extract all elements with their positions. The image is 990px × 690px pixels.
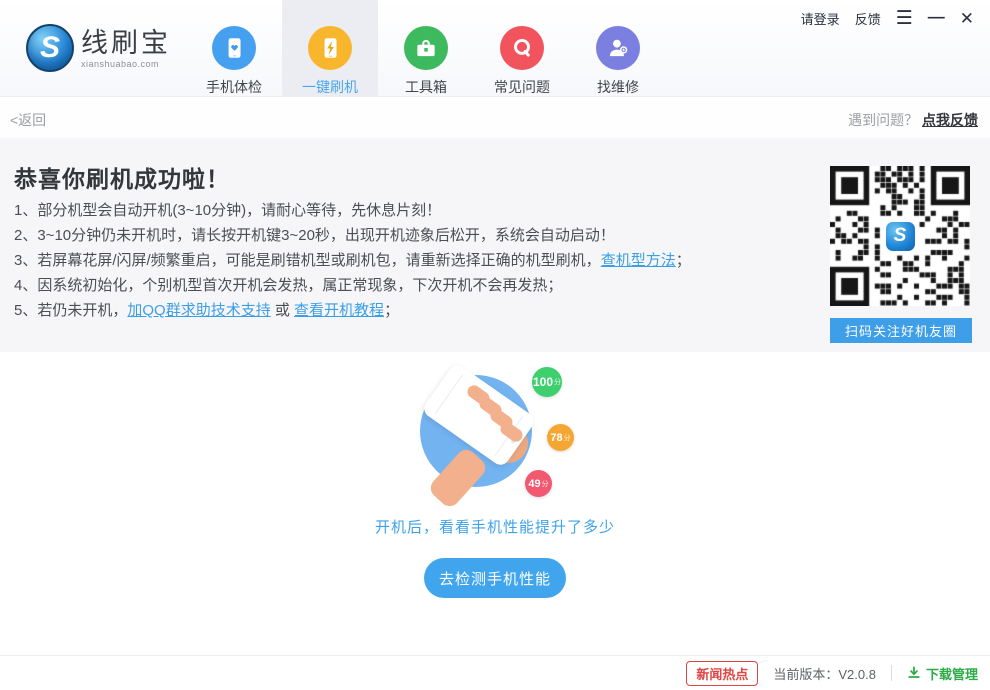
download-icon: [907, 666, 921, 680]
success-title: 恭喜你刷机成功啦！: [14, 160, 230, 194]
version-label: 当前版本：V2.0.8: [773, 664, 876, 683]
tip-line: 3、若屏幕花屏/闪屏/频繁重启，可能是刷错机型或刷机包，请重新选择正确的机型刷机…: [14, 248, 691, 273]
problem-hint-text: 遇到问题？: [848, 112, 918, 128]
login-link[interactable]: 请登录: [801, 9, 840, 28]
tip-text: ；: [384, 302, 399, 319]
minimize-icon[interactable]: —: [928, 8, 945, 25]
qr-code: S: [830, 166, 970, 306]
news-hot-badge[interactable]: 新闻热点: [686, 661, 758, 686]
tip-text: 或: [271, 302, 294, 319]
tip-text: 因系统初始化，个别机型首次开机会发热，属正常现象，下次开机不会再发热；: [37, 277, 562, 294]
app-header: S 线刷宝 xianshuabao.com 手机体检 一键刷机 工具箱 常见问题 找维修…: [0, 0, 990, 97]
question-icon: [500, 26, 544, 70]
qr-logo-icon: S: [886, 222, 915, 251]
nav-item-label: 常见问题: [494, 77, 550, 97]
tip-line: 2、3~10分钟仍未开机时，请长按开机键3~20秒，出现开机迹象后松开，系统会自…: [14, 223, 691, 248]
sub-header: <返回 遇到问题？ 点我反馈: [0, 98, 990, 138]
brand-logo-icon: S: [26, 24, 74, 72]
nav-item-3[interactable]: 工具箱: [378, 0, 474, 97]
tip-link[interactable]: 加QQ群求助技术支持: [127, 302, 270, 319]
toolbox-icon: [404, 26, 448, 70]
tip-link[interactable]: 查机型方法: [601, 252, 676, 269]
tip-number: 3、: [14, 252, 37, 269]
click-feedback-link[interactable]: 点我反馈: [922, 112, 978, 128]
score-badge: 100分: [532, 367, 562, 397]
close-icon[interactable]: ✕: [960, 10, 974, 27]
tip-line: 5、若仍未开机，加QQ群求助技术支持 或 查看开机教程；: [14, 298, 691, 323]
tip-text: 部分机型会自动开机(3~10分钟)，请耐心等待，先休息片刻！: [37, 202, 441, 219]
footer-bar: 新闻热点 当前版本：V2.0.8 下载管理: [0, 655, 990, 690]
scan-follow-button[interactable]: 扫码关注好机友圈: [830, 318, 972, 343]
nav-item-label: 一键刷机: [302, 77, 358, 97]
problem-hint: 遇到问题？ 点我反馈: [848, 110, 978, 130]
success-panel: 恭喜你刷机成功啦！ 1、部分机型会自动开机(3~10分钟)，请耐心等待，先休息片…: [0, 138, 990, 352]
test-performance-button[interactable]: 去检测手机性能: [424, 558, 566, 598]
main-nav: 手机体检 一键刷机 工具箱 常见问题 找维修: [186, 0, 666, 97]
tip-number: 1、: [14, 202, 37, 219]
qr-logo-frame: S: [882, 218, 918, 254]
tips-list: 1、部分机型会自动开机(3~10分钟)，请耐心等待，先休息片刻！2、3~10分钟…: [14, 198, 691, 323]
tip-number: 5、: [14, 302, 37, 319]
flash-phone-icon: [308, 26, 352, 70]
tip-number: 2、: [14, 227, 37, 244]
nav-item-2[interactable]: 一键刷机: [282, 0, 378, 97]
repair-icon: [596, 26, 640, 70]
nav-item-label: 手机体检: [206, 77, 262, 97]
tip-link[interactable]: 查看开机教程: [294, 302, 384, 319]
download-manager-button[interactable]: 下载管理: [907, 664, 978, 683]
feedback-link[interactable]: 反馈: [855, 9, 881, 28]
brand-domain: xianshuabao.com: [81, 59, 171, 69]
footer-divider: [891, 665, 892, 681]
nav-item-label: 工具箱: [405, 77, 447, 97]
back-button[interactable]: <返回: [10, 110, 46, 130]
tip-text: 若屏幕花屏/闪屏/频繁重启，可能是刷错机型或刷机包，请重新选择正确的机型刷机，: [37, 252, 600, 269]
tip-line: 1、部分机型会自动开机(3~10分钟)，请耐心等待，先休息片刻！: [14, 198, 691, 223]
app-logo: S 线刷宝 xianshuabao.com: [26, 24, 171, 72]
qr-block: S 扫码关注好机友圈: [830, 166, 972, 343]
nav-item-5[interactable]: 找维修: [570, 0, 666, 97]
nav-item-1[interactable]: 手机体检: [186, 0, 282, 97]
tip-line: 4、因系统初始化，个别机型首次开机会发热，属正常现象，下次开机不会再发热；: [14, 273, 691, 298]
score-badge: 78分: [547, 424, 574, 451]
nav-item-4[interactable]: 常见问题: [474, 0, 570, 97]
tip-text: 3~10分钟仍未开机时，请长按开机键3~20秒，出现开机迹象后松开，系统会自动启…: [37, 227, 615, 244]
score-badge: 49分: [525, 470, 552, 497]
tip-text: 若仍未开机，: [37, 302, 127, 319]
menu-icon[interactable]: ☰: [896, 9, 913, 28]
phone-hand-illustration: 100分 78分 49分: [408, 365, 588, 503]
phone-health-icon: [212, 26, 256, 70]
tip-text: ；: [676, 252, 691, 269]
window-controls: 请登录 反馈 ☰ — ✕: [801, 9, 974, 28]
tip-number: 4、: [14, 277, 37, 294]
perf-caption: 开机后，看看手机性能提升了多少: [0, 516, 990, 537]
brand-name: 线刷宝: [81, 28, 171, 58]
nav-item-label: 找维修: [597, 77, 639, 97]
